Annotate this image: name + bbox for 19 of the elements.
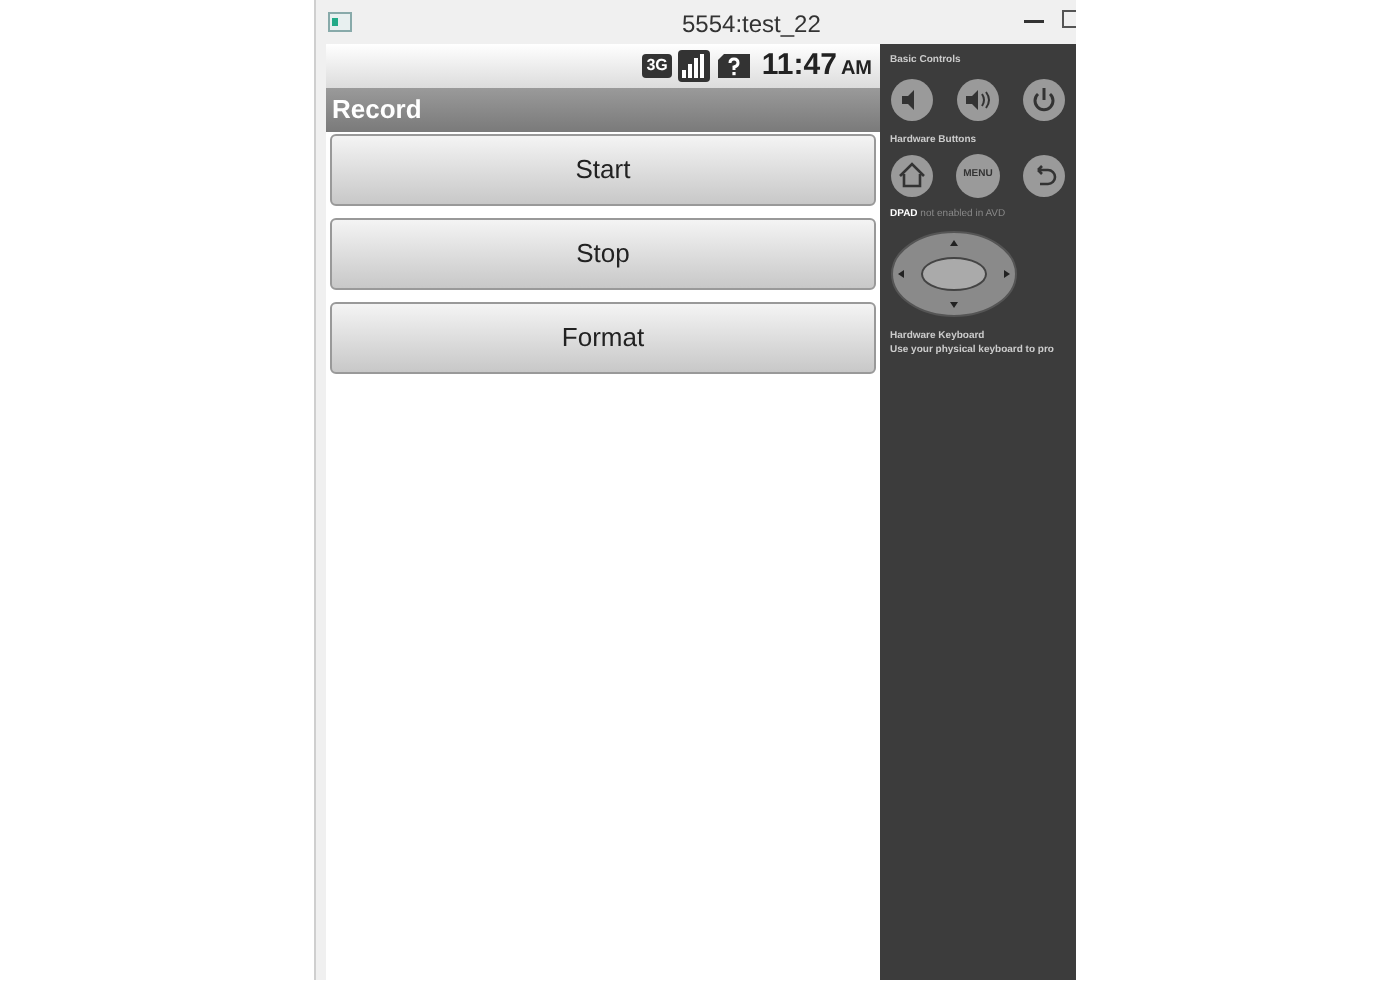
volume-down-icon[interactable] [890,77,934,121]
signal-icon [677,50,710,82]
app-button[interactable]: Format [330,302,876,374]
volume-up-icon[interactable] [956,77,1000,121]
minimize-icon[interactable] [1024,20,1044,24]
app-button[interactable]: Start [330,134,876,206]
power-icon[interactable] [1022,77,1066,121]
dpad-drawing[interactable] [890,229,1018,317]
network-badge: 3G [642,54,672,78]
clock-time: 11:47 [761,45,837,86]
app-button[interactable]: Stop [330,218,876,290]
clock-ampm: AM [840,55,872,84]
home-icon[interactable] [890,154,934,198]
app-icon [328,12,352,32]
back-icon[interactable] [1022,154,1066,198]
window-title: 5554:test_22 [682,8,821,42]
maximize-icon[interactable] [1062,10,1076,28]
app-title: Record [332,92,422,129]
sim-unknown-icon [715,52,752,80]
